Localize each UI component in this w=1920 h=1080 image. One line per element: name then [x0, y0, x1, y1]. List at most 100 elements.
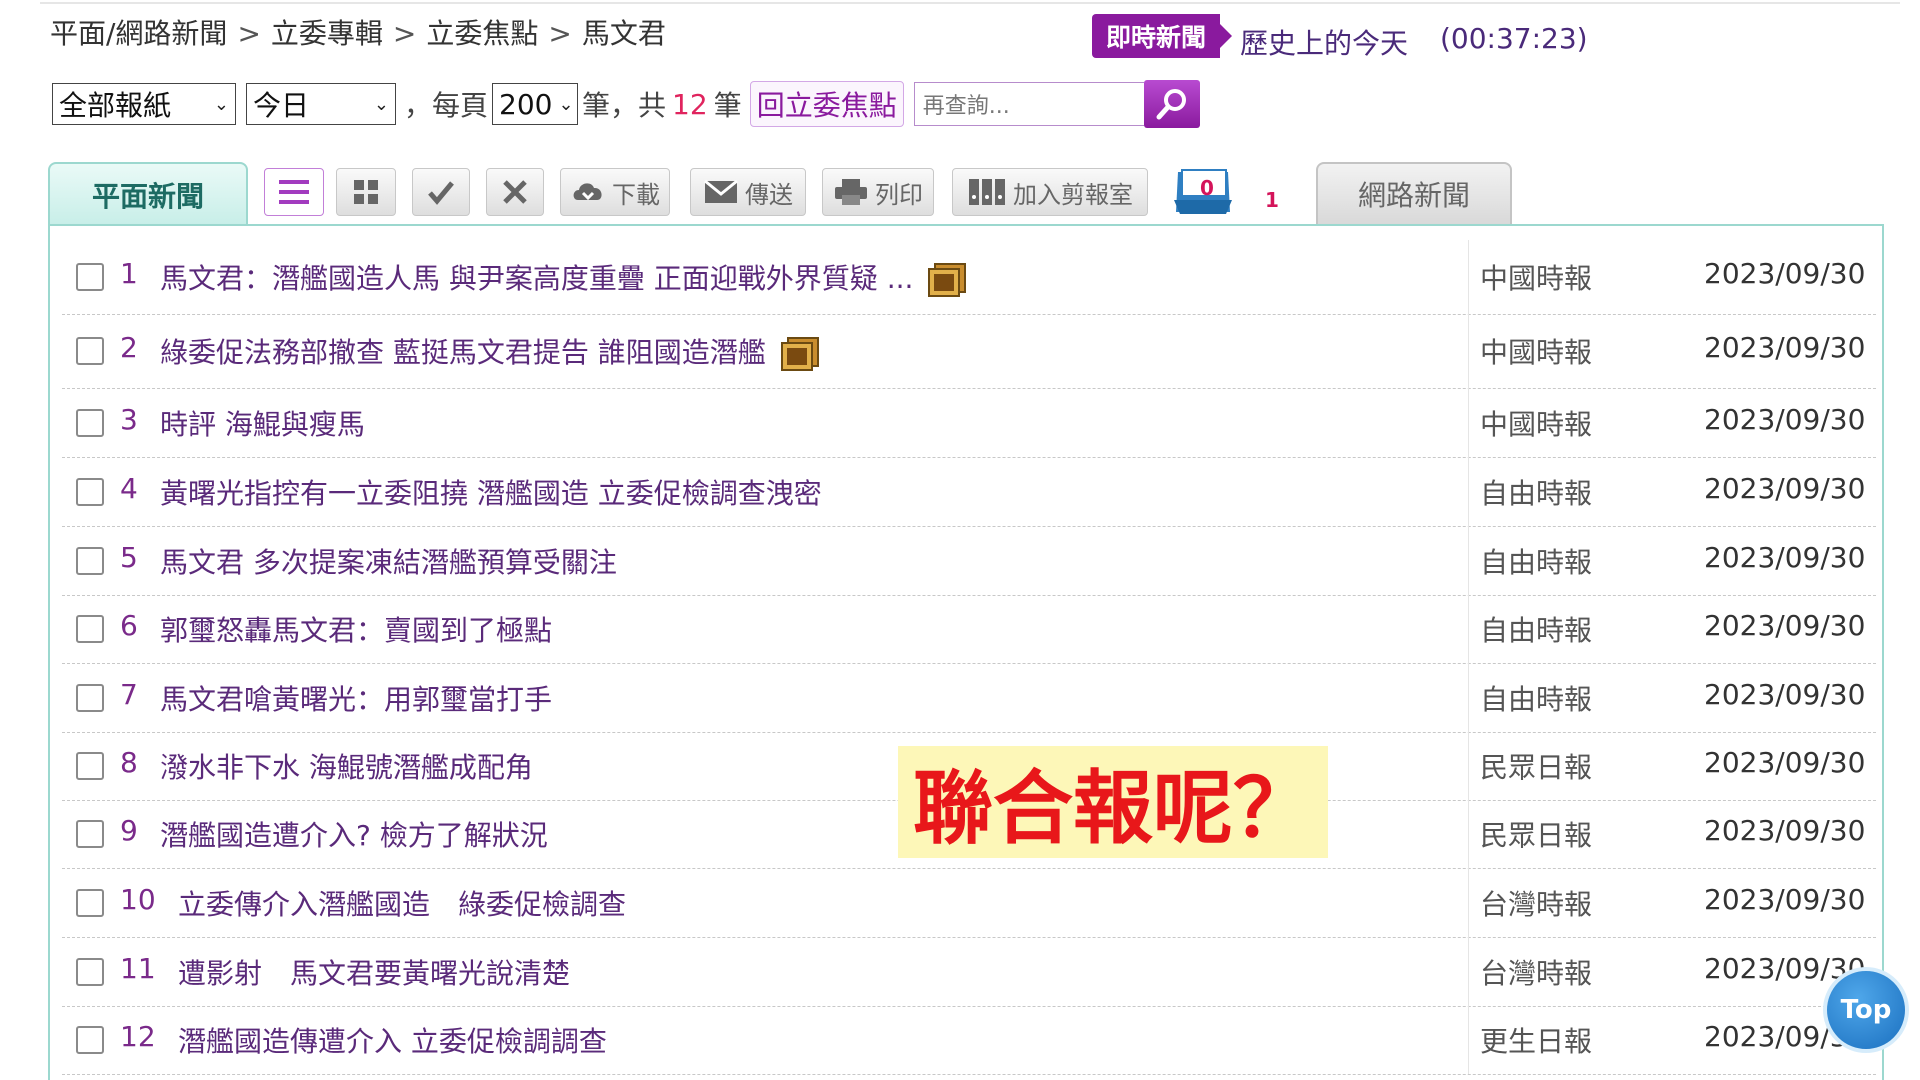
news-row-date: 2023/09/30 [1704, 402, 1866, 436]
news-row-checkbox[interactable] [76, 408, 104, 437]
news-row-number: 12 [120, 1020, 156, 1053]
news-row-title: 立委傳介入潛艦國造 綠委促檢調查 [178, 887, 627, 921]
photo-icon[interactable] [927, 262, 967, 298]
search-input[interactable]: 再查詢... [913, 82, 1144, 126]
news-row: 10 立委傳介入潛艦國造 綠委促檢調查 台灣時報 2023/09/30 [62, 868, 1876, 938]
newspaper-select-value: 全部報紙 [59, 89, 172, 122]
column-divider [1468, 457, 1469, 526]
binders-icon [969, 179, 1005, 205]
cloud-download-icon [573, 183, 602, 201]
news-row: 1 馬文君：潛艦國造人馬 與尹案高度重疊 正面迎戰外界質疑 ... 中國時報 2023… [62, 240, 1876, 315]
column-divider [1468, 314, 1469, 388]
news-row: 7 馬文君嗆黃曙光：用郭璽當打手 自由時報 2023/09/30 [62, 663, 1876, 733]
news-row-title: 潑水非下水 海鯤號潛艦成配角 [160, 751, 533, 784]
news-row-checkbox[interactable] [76, 263, 104, 291]
news-row-title-link[interactable]: 郭璽怒轟馬文君：賣國到了極點 [160, 609, 552, 649]
news-row-title-link[interactable]: 遭影射 馬文君要黃曙光說清楚 [178, 952, 570, 992]
select-all-button[interactable] [412, 168, 470, 216]
news-row-title-link[interactable]: 綠委促法務部撤查 藍挺馬文君提告 誰阻國造潛艦 [160, 331, 820, 372]
chevron-down-icon: ⌄ [373, 93, 389, 115]
per-page-select-value: 200 [499, 87, 553, 121]
clip-tray-badge: 1 [1265, 188, 1279, 212]
news-row-checkbox[interactable] [76, 957, 104, 986]
news-row-title-link[interactable]: 潛艦國造遭介入? 檢方了解狀況 [160, 814, 548, 854]
download-button[interactable]: 下載 [560, 168, 670, 216]
breadcrumb-item-news[interactable]: 平面/網路新聞 [50, 17, 227, 50]
news-row-newspaper: 台灣時報 [1480, 956, 1593, 990]
realtime-news-button[interactable]: 即時新聞 [1092, 14, 1232, 58]
news-row-newspaper: 自由時報 [1480, 614, 1593, 647]
filter-row: 全部報紙 ⌄ 今日 ⌄ ，每頁 200 ⌄ 筆，共 12 筆 回立委焦點 再查詢… [52, 80, 1200, 128]
news-row-number: 5 [120, 540, 138, 574]
news-row-checkbox[interactable] [76, 752, 104, 780]
breadcrumb-separator: > [548, 17, 572, 50]
list-view-button[interactable] [264, 168, 324, 216]
add-to-clipping-button[interactable]: 加入剪報室 [952, 168, 1148, 216]
send-button[interactable]: 傳送 [690, 168, 806, 216]
news-row-title-link[interactable]: 潛艦國造傳遭介入 立委促檢調調查 [178, 1020, 607, 1060]
per-page-prefix: ，每頁 [404, 89, 489, 122]
news-row-newspaper: 台灣時報 [1480, 887, 1593, 921]
news-row-title-link[interactable]: 潑水非下水 海鯤號潛艦成配角 [160, 746, 533, 786]
column-divider [1468, 388, 1469, 457]
news-row-title-link[interactable]: 馬文君嗆黃曙光：用郭璽當打手 [160, 678, 552, 718]
news-row-checkbox[interactable] [76, 337, 104, 365]
news-row-title-link[interactable]: 立委傳介入潛艦國造 綠委促檢調查 [178, 883, 626, 923]
tab-print-news[interactable]: 平面新聞 [48, 162, 248, 226]
breadcrumb-item-legislator-album[interactable]: 立委專輯 [271, 17, 383, 50]
news-row-title: 馬文君嗆黃曙光：用郭璽當打手 [160, 682, 553, 716]
photo-icon[interactable] [780, 336, 820, 372]
news-row-title: 時評 海鯤與瘦馬 [160, 407, 365, 441]
news-row-checkbox[interactable] [76, 1026, 104, 1054]
news-row-newspaper: 中國時報 [1480, 262, 1593, 295]
news-row-newspaper: 民眾日報 [1480, 819, 1593, 852]
mail-icon [704, 179, 738, 203]
date-range-select-value: 今日 [253, 89, 310, 122]
news-row-newspaper: 自由時報 [1480, 545, 1593, 579]
list-icon [279, 180, 309, 204]
deselect-all-button[interactable] [486, 168, 544, 216]
column-divider [1468, 732, 1469, 800]
news-row: 12 潛艦國造傳遭介入 立委促檢調調查 更生日報 2023/09/30 [62, 1006, 1876, 1075]
news-row-checkbox[interactable] [76, 888, 104, 917]
news-row-newspaper: 民眾日報 [1480, 751, 1593, 784]
newspaper-select[interactable]: 全部報紙 ⌄ [52, 83, 236, 125]
breadcrumb-separator: > [392, 17, 417, 50]
print-button[interactable]: 列印 [822, 168, 934, 216]
breadcrumb-separator: > [237, 17, 261, 50]
back-to-top-button[interactable]: Top [1823, 967, 1909, 1053]
column-divider [1468, 937, 1469, 1006]
news-row-checkbox[interactable] [76, 615, 104, 643]
news-row-date: 2023/09/30 [1704, 814, 1866, 847]
news-row-checkbox[interactable] [76, 683, 104, 712]
news-row-date: 2023/09/30 [1704, 540, 1866, 574]
news-row-title-link[interactable]: 馬文君：潛艦國造人馬 與尹案高度重疊 正面迎戰外界質疑 ... [160, 257, 967, 298]
news-row-checkbox[interactable] [76, 477, 104, 506]
news-row-date: 2023/09/30 [1704, 677, 1866, 711]
news-row-checkbox[interactable] [76, 820, 104, 848]
clip-tray-count: 0 [1200, 176, 1214, 200]
news-row-number: 4 [120, 471, 138, 505]
breadcrumb-item-legislator-focus[interactable]: 立委焦點 [426, 17, 538, 50]
history-today-link[interactable]: 歷史上的今天 [1240, 22, 1408, 62]
news-row: 3 時評 海鯤與瘦馬 中國時報 2023/09/30 [62, 388, 1876, 458]
tab-web-news[interactable]: 網路新聞 [1316, 162, 1512, 224]
back-to-focus-button[interactable]: 回立委焦點 [749, 81, 904, 127]
per-page-select[interactable]: 200 ⌄ [492, 83, 579, 125]
news-row-title-link[interactable]: 黃曙光指控有一立委阻撓 潛艦國造 立委促檢調查洩密 [160, 472, 822, 512]
search-button[interactable] [1143, 80, 1200, 128]
column-divider [1468, 663, 1469, 732]
news-row-checkbox[interactable] [76, 546, 104, 575]
news-row-title: 馬文君：潛艦國造人馬 與尹案高度重疊 正面迎戰外界質疑 ... [160, 262, 914, 295]
news-row-date: 2023/09/30 [1704, 746, 1866, 779]
news-row-date: 2023/09/30 [1704, 331, 1866, 364]
date-range-select[interactable]: 今日 ⌄ [246, 83, 396, 125]
news-row-number: 6 [120, 609, 138, 642]
news-row-title-link[interactable]: 時評 海鯤與瘦馬 [160, 403, 365, 443]
column-divider [1468, 1006, 1469, 1074]
close-icon [503, 180, 527, 204]
news-row-title: 遭影射 馬文君要黃曙光說清楚 [178, 956, 571, 990]
grid-view-button[interactable] [336, 168, 396, 216]
news-row-title-link[interactable]: 馬文君 多次提案凍結潛艦預算受關注 [160, 541, 617, 581]
column-divider [1468, 526, 1469, 595]
